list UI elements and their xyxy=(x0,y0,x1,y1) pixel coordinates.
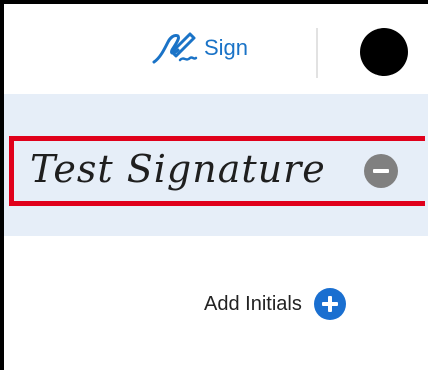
plus-circle-icon xyxy=(313,288,346,320)
add-initials-label: Add Initials xyxy=(204,292,302,315)
minus-circle-icon[interactable] xyxy=(364,154,398,188)
signatures-panel: Test Signature xyxy=(4,94,428,236)
sign-label: Sign xyxy=(204,35,249,60)
initials-section: Add Initials xyxy=(4,236,428,370)
sign-button[interactable]: Sign xyxy=(150,18,248,78)
add-initials-button[interactable]: Add Initials xyxy=(204,286,346,322)
pen-signature-icon xyxy=(152,32,198,64)
toolbar: Sign xyxy=(4,4,428,94)
signature-item[interactable]: Test Signature xyxy=(9,136,425,206)
signature-text: Test Signature xyxy=(30,147,326,191)
toolbar-divider xyxy=(316,28,318,78)
ink-color-button[interactable] xyxy=(360,28,408,76)
